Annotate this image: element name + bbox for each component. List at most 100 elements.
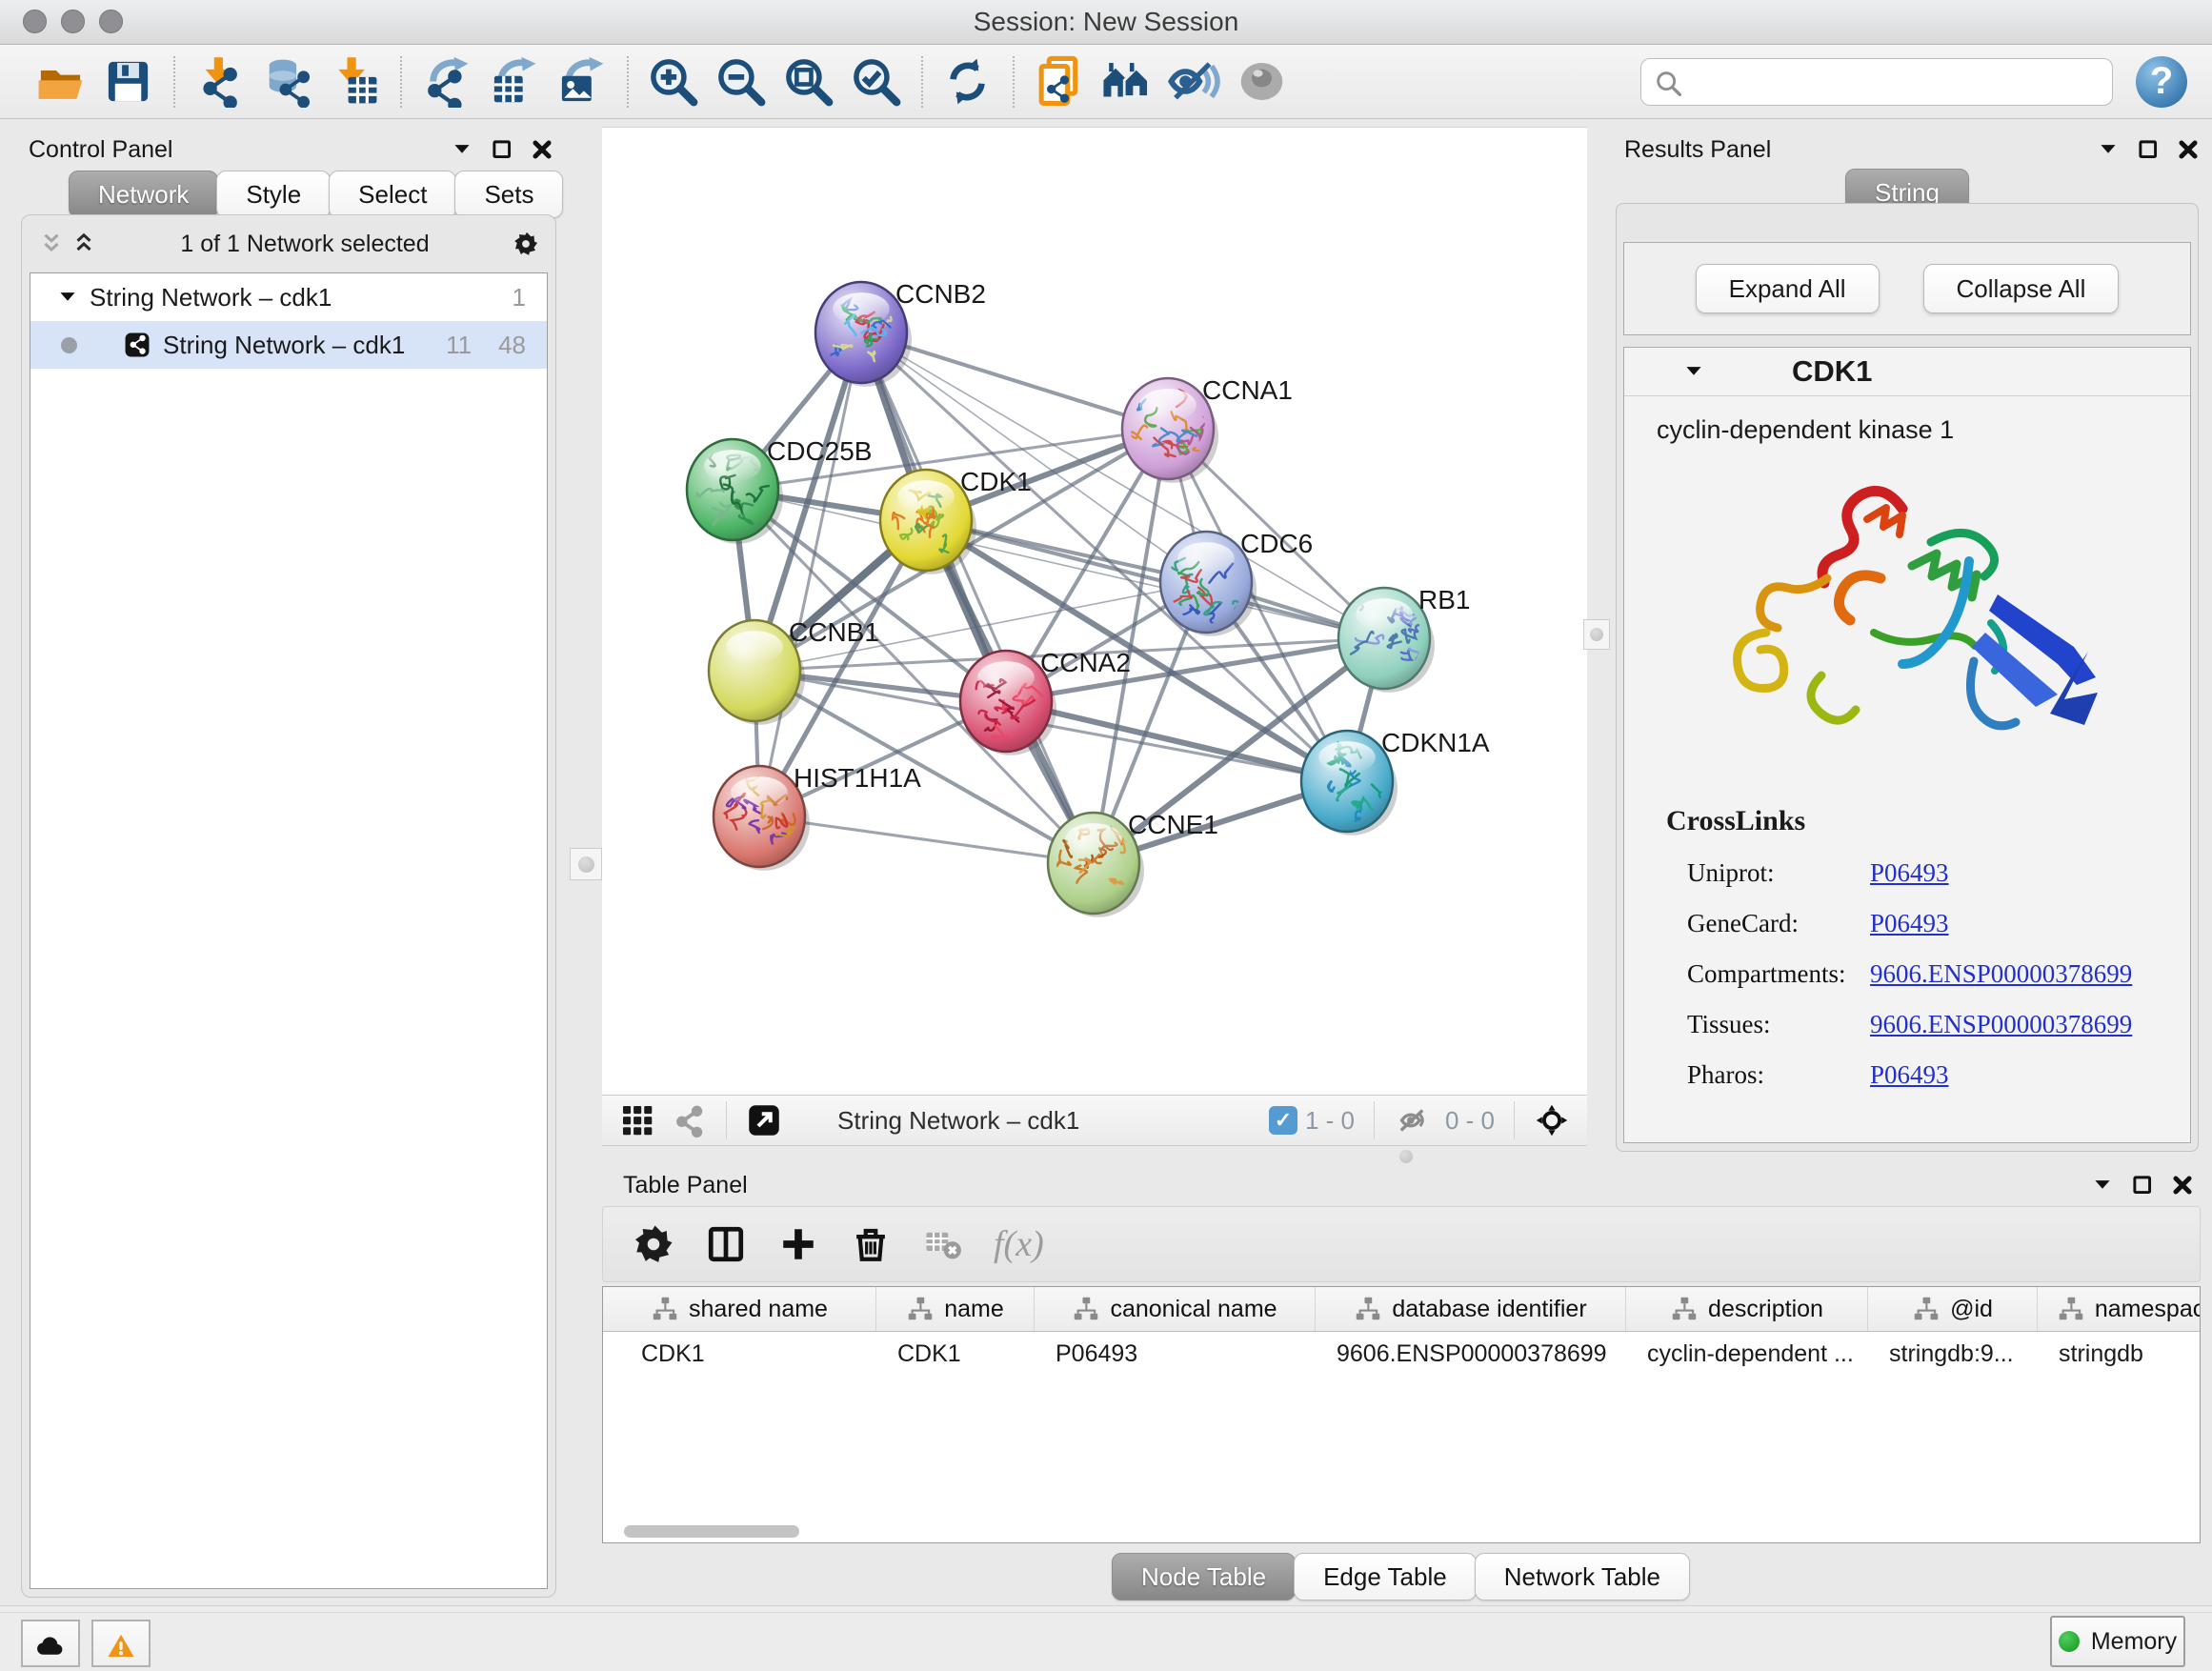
network-node-CDKN1A[interactable]: CDKN1A (1301, 728, 1490, 836)
left-splitter-handle[interactable] (570, 848, 602, 880)
panel-maximize-icon[interactable] (2126, 1169, 2159, 1201)
warnings-button[interactable] (91, 1620, 151, 1667)
export-image-icon[interactable] (553, 54, 609, 110)
node-label-CDC25B: CDC25B (767, 436, 872, 466)
network-options-gear-icon[interactable] (510, 228, 542, 260)
window-zoom-button[interactable] (99, 10, 123, 33)
table-row[interactable]: CDK1CDK1P064939606.ENSP00000378699cyclin… (603, 1332, 2200, 1376)
crosslink-link[interactable]: 9606.ENSP00000378699 (1870, 1010, 2132, 1039)
panel-float-icon[interactable] (2092, 133, 2124, 166)
export-table-icon[interactable] (486, 54, 541, 110)
zoom-in-icon[interactable] (645, 54, 700, 110)
show-columns-icon[interactable] (704, 1222, 748, 1266)
open-in-browser-icon[interactable] (1031, 54, 1086, 110)
network-node-HIST1H1A[interactable]: HIST1H1A (714, 763, 921, 871)
panel-close-icon[interactable] (2172, 133, 2204, 166)
collapse-all-button[interactable]: Collapse All (1923, 264, 2120, 313)
help-button[interactable]: ? (2136, 56, 2187, 108)
network-node-CCNA2[interactable]: CCNA2 (960, 648, 1131, 755)
collapse-all-networks-icon[interactable] (35, 228, 68, 260)
panel-maximize-icon[interactable] (2132, 133, 2164, 166)
crosslink-label: Tissues: (1687, 1010, 1870, 1039)
column-header-namespace[interactable]: namespace (2038, 1287, 2201, 1331)
cloud-icon (36, 1629, 65, 1658)
panel-close-icon[interactable] (526, 133, 558, 166)
results-panel-title: Results Panel (1624, 136, 1771, 164)
search-box[interactable] (1640, 58, 2113, 106)
hidden-eye-icon[interactable] (1392, 1100, 1432, 1140)
panel-float-icon[interactable] (2086, 1169, 2119, 1201)
network-node-RB1[interactable]: RB1 (1338, 585, 1470, 693)
table-cell: 9606.ENSP00000378699 (1316, 1340, 1626, 1368)
table-cell: CDK1 (603, 1340, 876, 1368)
memory-label: Memory (2091, 1628, 2177, 1656)
network-collection-row[interactable]: String Network – cdk1 1 (30, 273, 547, 321)
network-row-selected[interactable]: String Network – cdk1 11 48 (30, 321, 547, 369)
open-session-icon[interactable] (32, 54, 88, 110)
cloud-status-button[interactable] (21, 1620, 80, 1667)
panel-maximize-icon[interactable] (486, 133, 518, 166)
zoom-fit-icon[interactable] (780, 54, 835, 110)
home-icon[interactable] (1098, 54, 1154, 110)
fit-selected-target-icon[interactable] (1532, 1100, 1572, 1140)
birdseye-grid-icon[interactable] (617, 1100, 657, 1140)
toolbar-separator (921, 56, 923, 108)
search-input[interactable] (1681, 62, 2101, 102)
column-header-name[interactable]: name (876, 1287, 1035, 1331)
export-network-icon[interactable] (418, 54, 473, 110)
delete-column-icon[interactable] (849, 1222, 893, 1266)
crosslink-link[interactable]: 9606.ENSP00000378699 (1870, 959, 2132, 989)
column-header--id[interactable]: @id (1868, 1287, 2038, 1331)
node-table[interactable]: shared namenamecanonical namedatabase id… (602, 1286, 2201, 1543)
crosslink-link[interactable]: P06493 (1870, 909, 1949, 938)
tab-node-table[interactable]: Node Table (1112, 1553, 1296, 1601)
crosslink-row: Compartments:9606.ENSP00000378699 (1687, 959, 2190, 989)
expand-all-button[interactable]: Expand All (1696, 264, 1880, 313)
refresh-icon[interactable] (939, 54, 995, 110)
zoom-out-icon[interactable] (713, 54, 768, 110)
memory-button[interactable]: Memory (2050, 1616, 2185, 1667)
gene-section-header[interactable]: CDK1 (1624, 348, 2190, 396)
import-network-database-icon[interactable] (259, 54, 314, 110)
table-settings-gear-icon[interactable] (632, 1222, 675, 1266)
network-graph[interactable]: CCNB2CCNA1CDC25BCDK1CDC6RB1CCNB1CCNA2CDK… (602, 128, 1587, 1096)
section-expander-icon[interactable] (1678, 355, 1710, 388)
window-close-button[interactable] (23, 10, 47, 33)
table-horizontal-scrollbar[interactable] (605, 1525, 2201, 1539)
network-node-CCNB1[interactable]: CCNB1 (709, 617, 879, 725)
column-header-description[interactable]: description (1626, 1287, 1868, 1331)
import-network-icon[interactable] (191, 54, 247, 110)
crosslinks-list: Uniprot:P06493GeneCard:P06493Compartment… (1624, 858, 2190, 1090)
memory-status-dot (2059, 1631, 2080, 1652)
panel-close-icon[interactable] (2166, 1169, 2199, 1201)
collection-expander-icon[interactable] (51, 281, 84, 313)
tab-select[interactable]: Select (329, 171, 456, 218)
column-header-shared-name[interactable]: shared name (603, 1287, 876, 1331)
tab-style[interactable]: Style (216, 171, 331, 218)
add-column-icon[interactable] (776, 1222, 820, 1266)
window-minimize-button[interactable] (61, 10, 85, 33)
show-hide-graphics-icon[interactable] (1166, 54, 1221, 110)
collection-label: String Network – cdk1 (90, 283, 332, 312)
panel-float-icon[interactable] (446, 133, 478, 166)
tab-network-table[interactable]: Network Table (1475, 1553, 1690, 1601)
node-label-CCNB1: CCNB1 (789, 617, 879, 647)
crosslink-link[interactable]: P06493 (1870, 858, 1949, 888)
expand-all-networks-icon[interactable] (68, 228, 100, 260)
highlight-eye-icon[interactable] (1234, 54, 1289, 110)
save-session-icon[interactable] (100, 54, 155, 110)
selected-nodes-checkbox[interactable]: ✓ (1269, 1106, 1297, 1135)
column-header-database-identifier[interactable]: database identifier (1316, 1287, 1626, 1331)
crosslink-link[interactable]: P06493 (1870, 1060, 1949, 1090)
import-table-icon[interactable] (327, 54, 382, 110)
open-external-icon[interactable] (744, 1100, 784, 1140)
network-node-CCNE1[interactable]: CCNE1 (1048, 810, 1218, 917)
zoom-selected-icon[interactable] (848, 54, 903, 110)
tab-edge-table[interactable]: Edge Table (1294, 1553, 1477, 1601)
toolbar-separator (627, 56, 629, 108)
tab-sets[interactable]: Sets (454, 171, 563, 218)
tab-network[interactable]: Network (69, 171, 218, 218)
column-header-canonical-name[interactable]: canonical name (1035, 1287, 1316, 1331)
share-network-icon[interactable] (669, 1100, 709, 1140)
network-view-canvas[interactable]: CCNB2CCNA1CDC25BCDK1CDC6RB1CCNB1CCNA2CDK… (602, 127, 1587, 1095)
